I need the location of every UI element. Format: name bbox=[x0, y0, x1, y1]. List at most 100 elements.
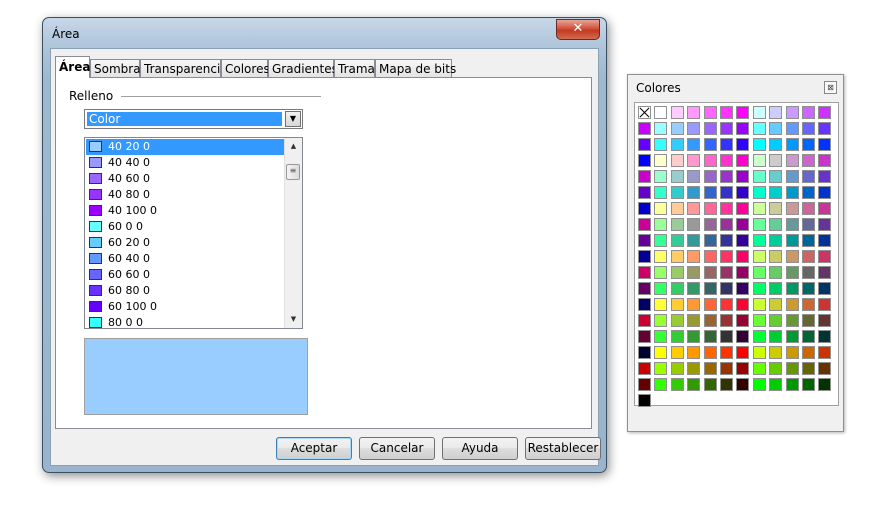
palette-swatch[interactable] bbox=[670, 218, 684, 231]
palette-swatch[interactable] bbox=[654, 170, 668, 183]
palette-swatch[interactable] bbox=[802, 154, 815, 167]
tab-mapa-de-bits[interactable]: Mapa de bits bbox=[375, 59, 456, 77]
palette-swatch[interactable] bbox=[703, 170, 717, 183]
palette-swatch[interactable] bbox=[752, 266, 766, 279]
palette-swatch[interactable] bbox=[703, 330, 717, 343]
palette-swatch[interactable] bbox=[736, 138, 750, 151]
palette-swatch[interactable] bbox=[703, 186, 717, 199]
palette-swatch[interactable] bbox=[752, 138, 766, 151]
palette-swatch[interactable] bbox=[638, 122, 651, 135]
palette-swatch[interactable] bbox=[720, 314, 733, 327]
palette-swatch[interactable] bbox=[638, 394, 651, 407]
close-button[interactable]: ✕ bbox=[556, 19, 600, 40]
palette-swatch[interactable] bbox=[654, 378, 668, 391]
palette-swatch[interactable] bbox=[818, 282, 832, 295]
palette-swatch[interactable] bbox=[720, 282, 733, 295]
palette-swatch[interactable] bbox=[736, 266, 750, 279]
palette-swatch[interactable] bbox=[654, 298, 668, 311]
palette-swatch[interactable] bbox=[818, 330, 832, 343]
palette-swatch[interactable] bbox=[769, 202, 783, 215]
palette-swatch[interactable] bbox=[687, 202, 701, 215]
listbox-scrollbar[interactable]: ▲ ≡ ▼ bbox=[284, 138, 302, 328]
palette-swatch[interactable] bbox=[736, 330, 750, 343]
palette-swatch[interactable] bbox=[687, 362, 701, 375]
list-item[interactable]: 40 40 0 bbox=[86, 155, 285, 171]
palette-swatch[interactable] bbox=[802, 122, 815, 135]
palette-swatch[interactable] bbox=[670, 202, 684, 215]
tab-trama[interactable]: Trama bbox=[334, 59, 375, 77]
palette-swatch[interactable] bbox=[818, 250, 832, 263]
palette-swatch[interactable] bbox=[736, 218, 750, 231]
palette-swatch[interactable] bbox=[670, 346, 684, 359]
palette-swatch[interactable] bbox=[720, 362, 733, 375]
palette-swatch[interactable] bbox=[703, 282, 717, 295]
palette-swatch[interactable] bbox=[769, 122, 783, 135]
palette-swatch[interactable] bbox=[687, 330, 701, 343]
palette-swatch[interactable] bbox=[703, 346, 717, 359]
palette-swatch[interactable] bbox=[703, 266, 717, 279]
palette-swatch[interactable] bbox=[818, 314, 832, 327]
palette-swatch[interactable] bbox=[703, 314, 717, 327]
tab-gradientes[interactable]: Gradientes bbox=[268, 59, 338, 77]
palette-swatch[interactable] bbox=[785, 250, 799, 263]
palette-swatch[interactable] bbox=[752, 234, 766, 247]
palette-swatch[interactable] bbox=[654, 330, 668, 343]
palette-swatch[interactable] bbox=[670, 186, 684, 199]
list-item[interactable]: 40 60 0 bbox=[86, 171, 285, 187]
palette-swatch[interactable] bbox=[818, 218, 832, 231]
palette-swatch[interactable] bbox=[654, 106, 668, 119]
palette-swatch[interactable] bbox=[802, 138, 815, 151]
palette-swatch[interactable] bbox=[638, 138, 651, 151]
palette-swatch[interactable] bbox=[769, 154, 783, 167]
palette-swatch[interactable] bbox=[638, 362, 651, 375]
palette-swatch[interactable] bbox=[670, 106, 684, 119]
palette-swatch[interactable] bbox=[687, 346, 701, 359]
palette-swatch[interactable] bbox=[818, 378, 832, 391]
palette-swatch[interactable] bbox=[736, 202, 750, 215]
palette-swatch[interactable] bbox=[802, 282, 815, 295]
palette-swatch[interactable] bbox=[687, 186, 701, 199]
palette-swatch[interactable] bbox=[785, 202, 799, 215]
palette-swatch[interactable] bbox=[720, 106, 733, 119]
list-item[interactable]: 60 100 0 bbox=[86, 299, 285, 315]
palette-swatch[interactable] bbox=[785, 378, 799, 391]
palette-swatch[interactable] bbox=[818, 106, 832, 119]
palette-swatch[interactable] bbox=[638, 202, 651, 215]
palette-swatch[interactable] bbox=[802, 250, 815, 263]
list-item[interactable]: 60 20 0 bbox=[86, 235, 285, 251]
palette-swatch[interactable] bbox=[752, 122, 766, 135]
palette-swatch[interactable] bbox=[736, 346, 750, 359]
help-button[interactable]: Ayuda bbox=[442, 437, 518, 460]
palette-swatch[interactable] bbox=[785, 218, 799, 231]
palette-swatch[interactable] bbox=[802, 314, 815, 327]
palette-swatch[interactable] bbox=[720, 186, 733, 199]
palette-swatch[interactable] bbox=[802, 202, 815, 215]
palette-swatch[interactable] bbox=[736, 362, 750, 375]
no-fill-swatch[interactable] bbox=[638, 106, 651, 119]
palette-swatch[interactable] bbox=[670, 266, 684, 279]
palette-swatch[interactable] bbox=[654, 138, 668, 151]
palette-swatch[interactable] bbox=[638, 266, 651, 279]
list-item[interactable]: 60 40 0 bbox=[86, 251, 285, 267]
palette-swatch[interactable] bbox=[785, 362, 799, 375]
palette-swatch[interactable] bbox=[802, 218, 815, 231]
palette-swatch[interactable] bbox=[638, 298, 651, 311]
palette-swatch[interactable] bbox=[638, 346, 651, 359]
reset-button[interactable]: Restablecer bbox=[525, 437, 601, 460]
palette-swatch[interactable] bbox=[654, 154, 668, 167]
fill-type-dropdown[interactable]: Color ▼ bbox=[84, 109, 303, 129]
palette-swatch[interactable] bbox=[752, 154, 766, 167]
palette-swatch[interactable] bbox=[670, 314, 684, 327]
palette-swatch[interactable] bbox=[769, 298, 783, 311]
palette-swatch[interactable] bbox=[818, 202, 832, 215]
palette-swatch[interactable] bbox=[818, 154, 832, 167]
palette-swatch[interactable] bbox=[654, 362, 668, 375]
palette-swatch[interactable] bbox=[687, 106, 701, 119]
palette-swatch[interactable] bbox=[769, 330, 783, 343]
palette-swatch[interactable] bbox=[670, 234, 684, 247]
palette-swatch[interactable] bbox=[769, 314, 783, 327]
palette-swatch[interactable] bbox=[736, 282, 750, 295]
tab-transparencia[interactable]: Transparencia bbox=[140, 59, 228, 77]
palette-swatch[interactable] bbox=[752, 218, 766, 231]
palette-swatch[interactable] bbox=[785, 122, 799, 135]
